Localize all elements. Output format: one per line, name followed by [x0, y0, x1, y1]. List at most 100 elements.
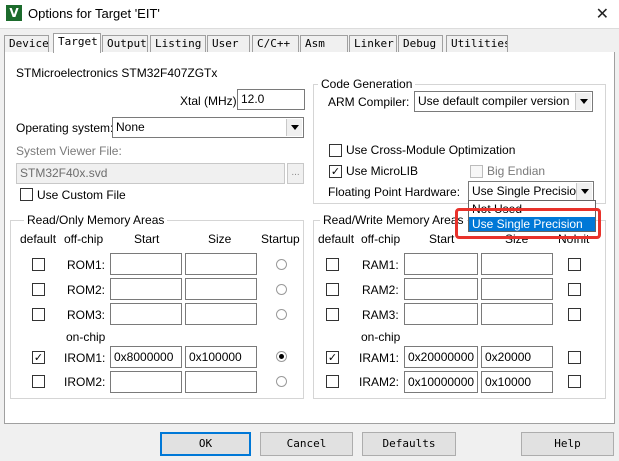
os-select[interactable]: None — [112, 117, 304, 138]
tab-user[interactable]: User — [207, 35, 250, 52]
tab-linker[interactable]: Linker — [349, 35, 397, 52]
ro-header-offchip: off-chip — [64, 232, 104, 246]
iram2-noinit-checkbox[interactable] — [568, 375, 581, 388]
irom1-default-checkbox[interactable]: ✓ — [32, 351, 45, 364]
fpu-select-value: Use Single Precision — [472, 184, 583, 198]
rom1-start-input[interactable] — [110, 253, 182, 275]
irom1-startup-radio[interactable] — [276, 351, 287, 362]
ok-button[interactable]: OK — [160, 432, 251, 456]
microlib-label: Use MicroLIB — [346, 164, 419, 178]
tab-c-cpp[interactable]: C/C++ — [252, 35, 299, 52]
chevron-down-icon[interactable] — [576, 183, 592, 200]
rom3-start-input[interactable] — [110, 303, 182, 325]
tab-asm[interactable]: Asm — [300, 35, 348, 52]
ram1-start-input[interactable] — [404, 253, 478, 275]
use-custom-file-checkbox[interactable] — [20, 188, 33, 201]
tab-listing[interactable]: Listing — [150, 35, 206, 52]
big-endian-checkbox[interactable] — [470, 165, 483, 178]
ram3-label: RAM3: — [362, 308, 399, 322]
ram2-label: RAM2: — [362, 283, 399, 297]
ram3-noinit-checkbox[interactable] — [568, 308, 581, 321]
irom2-size-input[interactable] — [185, 371, 257, 393]
iram1-default-checkbox[interactable]: ✓ — [326, 351, 339, 364]
device-name: STMicroelectronics STM32F407ZGTx — [16, 66, 218, 80]
ram3-start-input[interactable] — [404, 303, 478, 325]
arm-compiler-select[interactable]: Use default compiler version — [414, 91, 593, 112]
rom1-default-checkbox[interactable] — [32, 258, 45, 271]
title-bar: V Options for Target 'EIT' ✕ — [0, 0, 619, 29]
rom1-startup-radio[interactable] — [276, 259, 287, 270]
irom2-label: IROM2: — [64, 375, 106, 389]
ram1-default-checkbox[interactable] — [326, 258, 339, 271]
rom2-start-input[interactable] — [110, 278, 182, 300]
rom3-label: ROM3: — [67, 308, 106, 322]
iram2-default-checkbox[interactable] — [326, 375, 339, 388]
rom2-size-input[interactable] — [185, 278, 257, 300]
iram1-noinit-checkbox[interactable] — [568, 351, 581, 364]
os-label: Operating system: — [16, 121, 114, 135]
ro-memory-title: Read/Only Memory Areas — [24, 213, 168, 227]
code-generation-title: Code Generation — [318, 77, 416, 91]
ram1-noinit-checkbox[interactable] — [568, 258, 581, 271]
ram2-start-input[interactable] — [404, 278, 478, 300]
ro-header-start: Start — [134, 232, 160, 246]
ram3-size-input[interactable] — [481, 303, 553, 325]
rw-header-offchip: off-chip — [361, 232, 401, 246]
tab-device[interactable]: Device — [4, 35, 49, 52]
rom2-startup-radio[interactable] — [276, 284, 287, 295]
arm-compiler-label: ARM Compiler: — [328, 95, 410, 109]
irom2-start-input[interactable] — [110, 371, 182, 393]
cross-module-label: Use Cross-Module Optimization — [346, 143, 516, 157]
defaults-button[interactable]: Defaults — [362, 432, 456, 456]
chevron-down-icon[interactable] — [286, 119, 302, 136]
ram1-label: RAM1: — [362, 258, 399, 272]
rom2-label: ROM2: — [67, 283, 106, 297]
annotation-highlight-box — [455, 208, 601, 239]
fpu-label: Floating Point Hardware: — [328, 185, 461, 199]
irom1-label: IROM1: — [64, 351, 106, 365]
ro-onchip-label: on-chip — [66, 330, 106, 344]
svd-file-input[interactable]: STM32F40x.svd — [16, 163, 285, 184]
rw-header-default: default — [318, 232, 355, 246]
ram1-size-input[interactable] — [481, 253, 553, 275]
rw-header-start: Start — [429, 232, 455, 246]
cancel-button[interactable]: Cancel — [260, 432, 353, 456]
irom1-size-input[interactable]: 0x100000 — [185, 346, 257, 368]
svd-browse-button[interactable]: ... — [287, 163, 304, 184]
window-title: Options for Target 'EIT' — [28, 6, 160, 21]
ram2-size-input[interactable] — [481, 278, 553, 300]
iram1-start-input[interactable]: 0x20000000 — [404, 346, 478, 368]
tab-target[interactable]: Target — [53, 33, 101, 53]
cross-module-checkbox[interactable] — [329, 144, 342, 157]
ram2-default-checkbox[interactable] — [326, 283, 339, 296]
rom3-startup-radio[interactable] — [276, 309, 287, 320]
rom1-size-input[interactable] — [185, 253, 257, 275]
tab-utilities[interactable]: Utilities — [446, 35, 508, 52]
rom1-label: ROM1: — [67, 258, 106, 272]
iram1-size-input[interactable]: 0x20000 — [481, 346, 553, 368]
rom3-default-checkbox[interactable] — [32, 308, 45, 321]
iram2-start-input[interactable]: 0x10000000 — [404, 371, 478, 393]
irom1-start-input[interactable]: 0x8000000 — [110, 346, 182, 368]
arm-compiler-value: Use default compiler version — [418, 94, 570, 108]
rom2-default-checkbox[interactable] — [32, 283, 45, 296]
microlib-checkbox[interactable]: ✓ — [329, 165, 342, 178]
ro-header-startup: Startup — [261, 232, 300, 246]
ram3-default-checkbox[interactable] — [326, 308, 339, 321]
ro-header-default: default — [20, 232, 57, 246]
rom3-size-input[interactable] — [185, 303, 257, 325]
keil-app-icon: V — [6, 5, 22, 21]
iram2-size-input[interactable]: 0x10000 — [481, 371, 553, 393]
tab-strip: Device Target Output Listing User C/C++ … — [4, 33, 616, 53]
tab-debug[interactable]: Debug — [398, 35, 443, 52]
xtal-input[interactable]: 12.0 — [237, 89, 305, 110]
irom2-startup-radio[interactable] — [276, 376, 287, 387]
chevron-down-icon[interactable] — [575, 93, 591, 110]
fpu-select[interactable]: Use Single Precision — [468, 181, 594, 202]
tab-output[interactable]: Output — [102, 35, 148, 52]
irom2-default-checkbox[interactable] — [32, 375, 45, 388]
ram2-noinit-checkbox[interactable] — [568, 283, 581, 296]
close-icon[interactable]: ✕ — [596, 4, 609, 23]
rw-memory-title: Read/Write Memory Areas — [320, 213, 467, 227]
help-button[interactable]: Help — [521, 432, 614, 456]
